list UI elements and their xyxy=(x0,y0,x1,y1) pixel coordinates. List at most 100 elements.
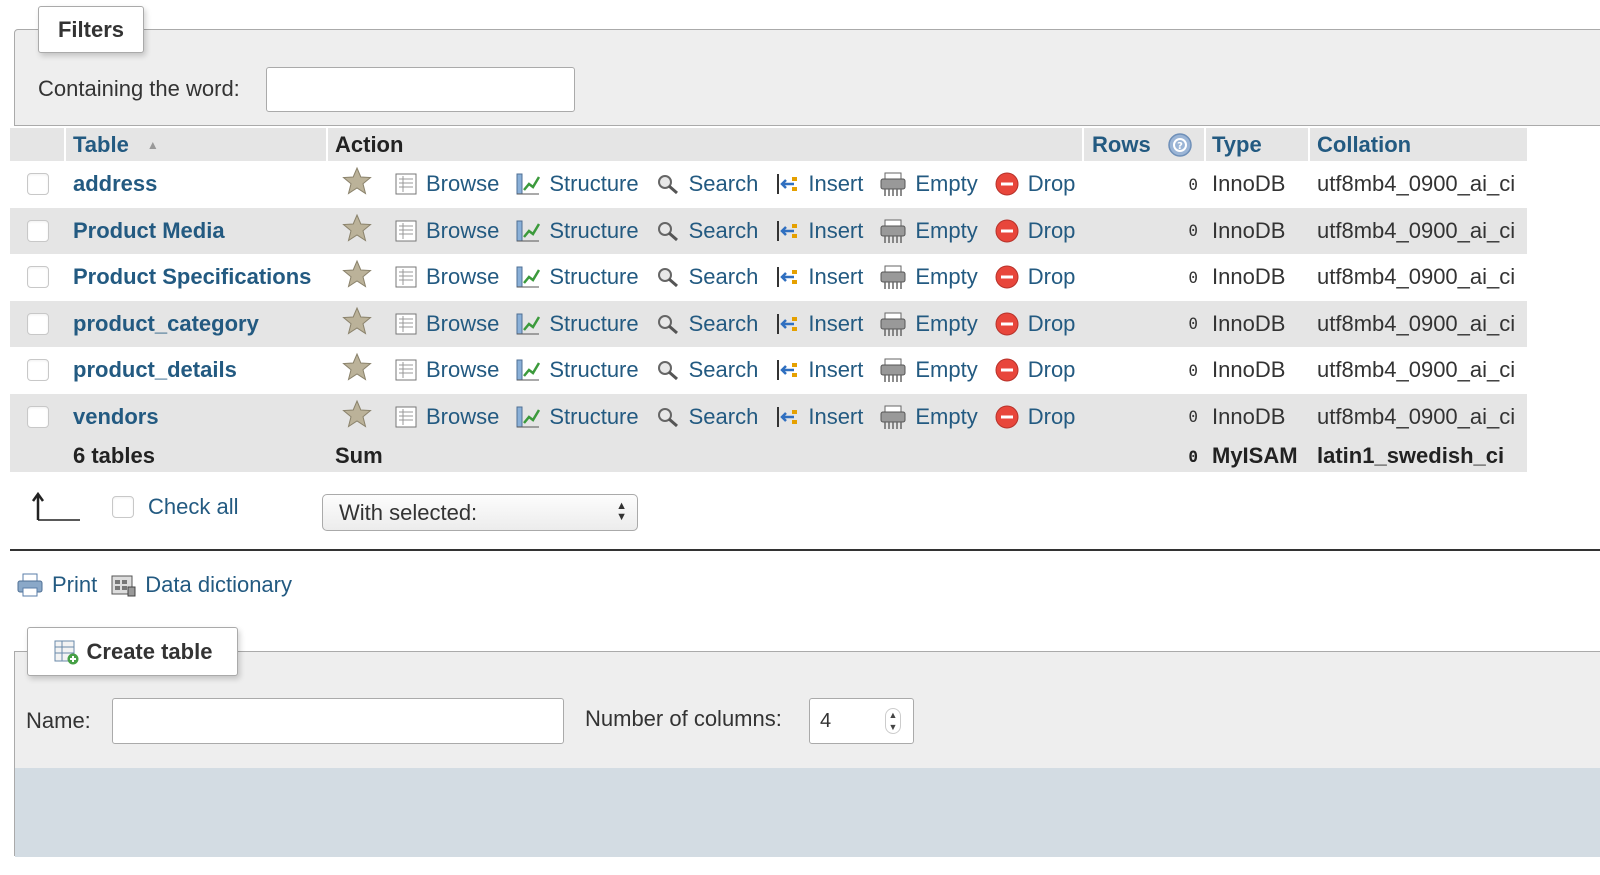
help-icon[interactable]: ? xyxy=(1167,132,1193,158)
engine-type: InnoDB xyxy=(1212,403,1286,429)
insert-link[interactable]: Insert xyxy=(774,264,863,290)
empty-link[interactable]: Empty xyxy=(879,404,978,430)
filters-legend: Filters xyxy=(38,6,144,53)
row-checkbox[interactable] xyxy=(27,312,49,335)
row-checkbox[interactable] xyxy=(27,219,49,242)
empty-link[interactable]: Empty xyxy=(879,171,978,197)
drop-link[interactable]: Drop xyxy=(994,218,1075,244)
insert-label: Insert xyxy=(808,217,864,243)
drop-icon xyxy=(994,311,1020,337)
browse-label: Browse xyxy=(426,403,500,429)
search-link[interactable]: Search xyxy=(655,264,758,290)
divider xyxy=(10,549,1600,551)
header-table[interactable]: Table ▲ xyxy=(66,128,328,161)
search-link[interactable]: Search xyxy=(655,311,758,337)
with-selected-select[interactable]: With selected: ▲ ▼ xyxy=(322,494,638,531)
insert-link[interactable]: Insert xyxy=(774,218,863,244)
filter-input[interactable] xyxy=(266,67,575,112)
engine-type: InnoDB xyxy=(1212,264,1286,290)
search-link[interactable]: Search xyxy=(655,171,758,197)
drop-link[interactable]: Drop xyxy=(994,404,1075,430)
structure-link[interactable]: Structure xyxy=(515,171,639,197)
search-icon xyxy=(655,405,681,429)
browse-link[interactable]: Browse xyxy=(394,218,499,244)
favorite-star-icon[interactable] xyxy=(342,166,372,202)
insert-link[interactable]: Insert xyxy=(774,404,863,430)
table-footer: 6 tables Sum 0 MyISAM latin1_swedish_ci xyxy=(10,440,1527,472)
favorite-star-icon[interactable] xyxy=(342,213,372,249)
arrow-up-icon xyxy=(30,490,82,524)
browse-link[interactable]: Browse xyxy=(394,311,499,337)
browse-link[interactable]: Browse xyxy=(394,264,499,290)
header-collation[interactable]: Collation xyxy=(1310,128,1527,161)
browse-link[interactable]: Browse xyxy=(394,404,499,430)
drop-label: Drop xyxy=(1027,171,1076,197)
insert-link[interactable]: Insert xyxy=(774,357,863,383)
drop-icon xyxy=(994,404,1020,430)
row-checkbox[interactable] xyxy=(27,359,49,382)
table-name-link[interactable]: product_details xyxy=(73,357,237,383)
favorite-star-icon[interactable] xyxy=(342,306,372,342)
structure-label: Structure xyxy=(549,171,639,197)
row-checkbox[interactable] xyxy=(27,173,49,196)
rows-count: 0 xyxy=(1188,267,1198,287)
structure-icon xyxy=(515,358,541,382)
header-checkbox-col xyxy=(10,128,66,161)
table-name-link[interactable]: Product Specifications xyxy=(73,264,311,290)
drop-link[interactable]: Drop xyxy=(994,171,1076,197)
header-action: Action xyxy=(328,128,1084,161)
structure-link[interactable]: Structure xyxy=(515,218,639,244)
structure-link[interactable]: Structure xyxy=(515,357,639,383)
browse-label: Browse xyxy=(426,171,500,197)
favorite-star-icon[interactable] xyxy=(342,399,372,435)
search-icon xyxy=(655,172,681,196)
drop-link[interactable]: Drop xyxy=(994,357,1075,383)
check-all-checkbox[interactable] xyxy=(112,496,134,518)
empty-icon xyxy=(879,311,907,337)
empty-link[interactable]: Empty xyxy=(879,357,978,383)
empty-link[interactable]: Empty xyxy=(879,311,978,337)
engine-type: InnoDB xyxy=(1212,357,1286,383)
search-link[interactable]: Search xyxy=(655,404,758,430)
browse-link[interactable]: Browse xyxy=(394,357,499,383)
browse-link[interactable]: Browse xyxy=(394,171,499,197)
table-name-link[interactable]: address xyxy=(73,171,157,197)
table-name-cell: Product Media xyxy=(66,208,328,255)
insert-icon xyxy=(774,358,800,382)
drop-link[interactable]: Drop xyxy=(994,311,1075,337)
search-icon xyxy=(655,219,681,243)
drop-link[interactable]: Drop xyxy=(994,264,1075,290)
empty-icon xyxy=(879,218,907,244)
table-name-link[interactable]: Product Media xyxy=(73,218,225,244)
structure-link[interactable]: Structure xyxy=(515,404,639,430)
data-dictionary-link[interactable]: Data dictionary xyxy=(109,572,292,598)
print-link[interactable]: Print xyxy=(16,572,97,598)
insert-link[interactable]: Insert xyxy=(774,171,863,197)
favorite-star-icon[interactable] xyxy=(342,352,372,388)
spinner-icon[interactable]: ▲ ▼ xyxy=(885,708,901,734)
action-cell: Browse Structure Search Insert Empty Dro… xyxy=(328,394,1084,441)
empty-icon xyxy=(879,404,907,430)
engine-type: InnoDB xyxy=(1212,310,1286,336)
favorite-star-icon[interactable] xyxy=(342,259,372,295)
table-name-input[interactable] xyxy=(112,698,564,744)
search-link[interactable]: Search xyxy=(655,218,758,244)
structure-link[interactable]: Structure xyxy=(515,264,639,290)
table-name-link[interactable]: vendors xyxy=(73,404,159,430)
row-checkbox[interactable] xyxy=(27,266,49,289)
header-rows[interactable]: Rows ? xyxy=(1084,128,1206,161)
table-name-link[interactable]: product_category xyxy=(73,311,259,337)
insert-link[interactable]: Insert xyxy=(774,311,863,337)
row-checkbox[interactable] xyxy=(27,405,49,428)
empty-label: Empty xyxy=(915,217,978,243)
drop-icon xyxy=(994,357,1020,383)
columns-input[interactable]: 4 ▲ ▼ xyxy=(809,698,914,744)
empty-link[interactable]: Empty xyxy=(879,217,978,244)
structure-link[interactable]: Structure xyxy=(515,311,639,337)
utility-links: Print Data dictionary xyxy=(16,572,304,598)
empty-link[interactable]: Empty xyxy=(879,264,978,290)
insert-icon xyxy=(774,265,800,289)
header-type[interactable]: Type xyxy=(1206,128,1310,161)
search-link[interactable]: Search xyxy=(655,357,758,383)
check-all-label[interactable]: Check all xyxy=(148,494,238,520)
